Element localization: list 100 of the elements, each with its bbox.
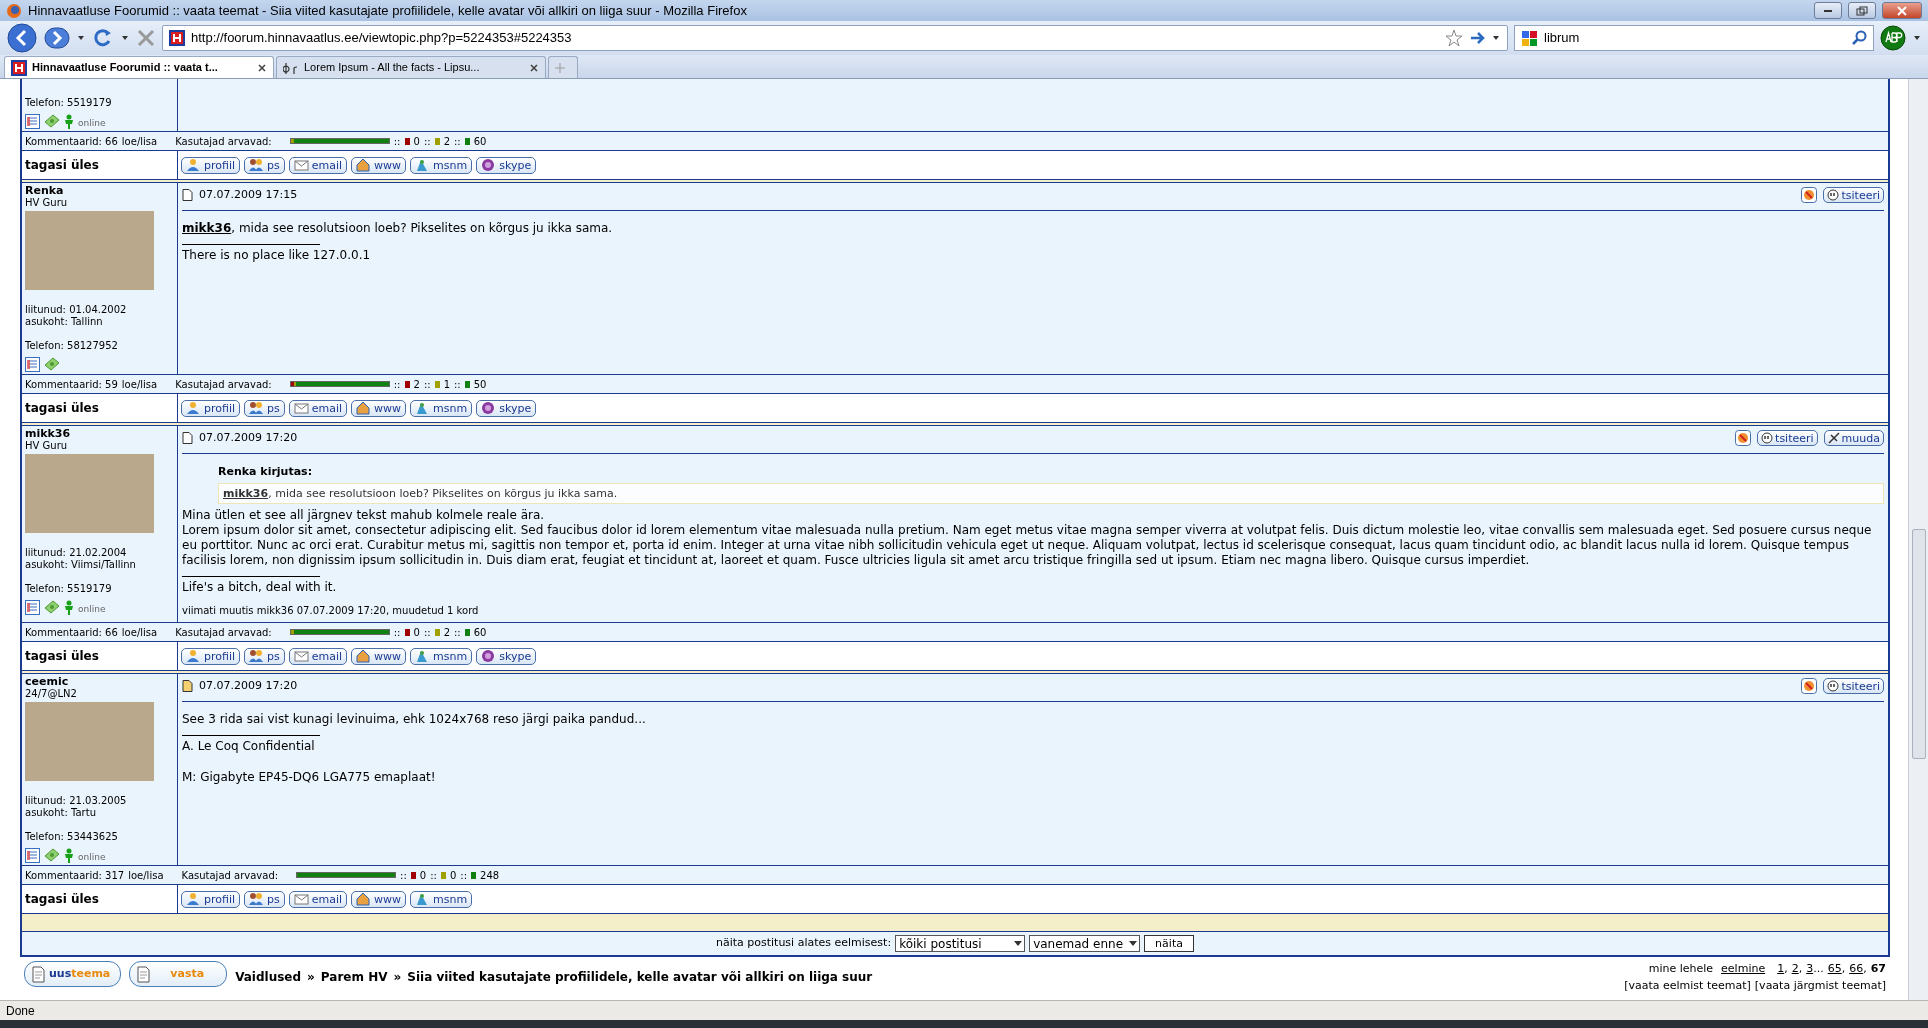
online-status: online <box>78 603 106 615</box>
close-icon[interactable] <box>529 62 539 73</box>
report-icon[interactable] <box>1801 187 1818 204</box>
scrollbar[interactable] <box>1908 79 1928 1000</box>
house-icon <box>356 649 372 663</box>
range-select[interactable]: kõiki postitusi <box>895 935 1026 952</box>
browser-tab[interactable]: Lorem Ipsum - All the facts - Lipsu... <box>276 56 546 78</box>
user-phone: Telefon: 53443625 <box>25 831 119 843</box>
username[interactable]: mikk36 <box>25 428 174 440</box>
user-rank: HV Guru <box>25 197 69 209</box>
report-icon[interactable] <box>1735 430 1752 447</box>
quote-text: mikk36, mida see resolutsioon loeb? Pikselites on kõrgus ju ikka sama. <box>218 483 1884 504</box>
separator: , <box>1841 961 1846 977</box>
back-to-top-link[interactable]: tagasi üles <box>22 885 178 913</box>
contact-button[interactable]: www <box>351 647 407 665</box>
separator: , <box>1798 961 1803 977</box>
contact-button[interactable]: email <box>288 399 348 417</box>
separator: :: <box>454 377 461 392</box>
back-to-top-link[interactable]: tagasi üles <box>22 642 178 670</box>
person-icon <box>186 649 201 663</box>
search-field[interactable]: librum <box>1514 25 1874 51</box>
contact-button[interactable]: profiil <box>181 647 241 665</box>
contact-button[interactable]: profiil <box>181 399 241 417</box>
profile-card-icon[interactable] <box>25 114 40 129</box>
edit-button[interactable]: muuda <box>1823 430 1884 447</box>
separator: :: <box>454 625 461 640</box>
sort-label: näita postitusi alates eelmisest: <box>715 935 892 952</box>
banknote-icon[interactable] <box>44 113 60 129</box>
url-text: http://foorum.hinnavaatlus.ee/viewtopic.php?p=5224353#5224353 <box>191 29 573 48</box>
contact-button[interactable]: profiil <box>181 156 241 174</box>
previous-topic-link[interactable]: [vaata eelmist teemat] <box>1624 977 1751 994</box>
contact-button[interactable]: profiil <box>181 890 241 908</box>
breadcrumb-link[interactable]: Parem HV <box>320 968 388 986</box>
page-link[interactable]: 65 <box>1827 961 1842 978</box>
contact-button[interactable]: www <box>351 156 407 174</box>
profile-card-icon[interactable] <box>25 357 40 372</box>
comments-link[interactable]: loe/lisa <box>121 624 158 640</box>
banknote-icon[interactable] <box>44 356 60 372</box>
address-bar[interactable]: http://foorum.hinnavaatlus.ee/viewtopic.php?p=5224353#5224353 <box>162 25 1508 51</box>
contact-button[interactable]: skype <box>476 647 537 665</box>
contact-button[interactable]: skype <box>476 156 537 174</box>
post-date: 07.07.2009 17:20 <box>199 430 299 446</box>
contact-button[interactable]: www <box>351 890 407 908</box>
minimize-icon <box>1824 9 1832 12</box>
comments-link[interactable]: loe/lisa <box>121 133 158 149</box>
close-icon <box>1894 4 1910 17</box>
profile-card-icon[interactable] <box>25 600 40 615</box>
browser-tab[interactable]: Hinnavaatluse Foorumid :: vaata t... <box>4 56 274 78</box>
page-link[interactable]: eelmine <box>1721 961 1766 978</box>
order-select[interactable]: vanemad enne <box>1029 935 1141 952</box>
page-link[interactable]: 3 <box>1806 961 1814 978</box>
comment-count: Kommentaarid: 66 <box>25 134 118 149</box>
contact-button[interactable]: ps <box>244 890 285 908</box>
adblock-icon[interactable] <box>1880 25 1906 51</box>
contact-button[interactable]: msnm <box>410 156 473 174</box>
profile-card-icon[interactable] <box>25 848 40 863</box>
username[interactable]: ceemic <box>25 676 174 688</box>
contact-button[interactable]: www <box>351 399 407 417</box>
user-rank: 24/7@LN2 <box>25 688 78 700</box>
contact-button[interactable]: email <box>288 647 348 665</box>
document-icon <box>31 965 46 983</box>
report-icon[interactable] <box>1801 678 1818 695</box>
banknote-icon[interactable] <box>44 599 60 615</box>
minimize-button[interactable] <box>1814 2 1842 19</box>
back-icon[interactable] <box>6 23 38 53</box>
breadcrumb-link[interactable]: Vaidlused <box>235 968 302 986</box>
contact-button[interactable]: msnm <box>410 647 473 665</box>
breadcrumb-link[interactable]: Siia viited kasutajate profiilidele, kelle avatar või allkiri on liiga suur <box>407 968 873 986</box>
comments-link[interactable]: loe/lisa <box>121 376 158 392</box>
new-topic-button[interactable]: uusteema <box>24 961 122 987</box>
contact-button[interactable]: email <box>288 890 348 908</box>
back-to-top-link[interactable]: tagasi üles <box>22 151 178 179</box>
contact-button[interactable]: ps <box>244 647 285 665</box>
search-icon[interactable] <box>1851 30 1867 46</box>
quote-button[interactable]: tsiteeri <box>1823 678 1884 695</box>
restore-button[interactable] <box>1848 2 1876 19</box>
search-engine-icon[interactable] <box>1521 29 1538 47</box>
contact-button[interactable]: msnm <box>410 399 473 417</box>
username[interactable]: Renka <box>25 185 174 197</box>
star-icon[interactable] <box>1445 29 1463 47</box>
separator: :: <box>393 625 401 640</box>
comments-link[interactable]: loe/lisa <box>128 867 164 883</box>
back-to-top-link[interactable]: tagasi üles <box>22 394 178 422</box>
contact-button[interactable]: skype <box>476 399 537 417</box>
banknote-icon[interactable] <box>44 847 60 863</box>
contact-button[interactable]: ps <box>244 399 285 417</box>
breadcrumb-separator: » <box>393 969 402 986</box>
separator: :: <box>393 377 401 392</box>
next-topic-link[interactable]: [vaata järgmist teemat] <box>1754 977 1886 994</box>
show-button[interactable]: näita <box>1144 935 1195 952</box>
people-icon <box>249 401 265 415</box>
contact-button[interactable]: email <box>288 156 348 174</box>
separator: :: <box>454 134 461 149</box>
page-link[interactable]: 2 <box>1791 961 1799 978</box>
close-button[interactable] <box>1882 2 1922 19</box>
contact-button[interactable]: ps <box>244 156 285 174</box>
quote-button[interactable]: tsiteeri <box>1823 187 1884 204</box>
contact-button[interactable]: msnm <box>410 890 473 908</box>
quote-button[interactable]: tsiteeri <box>1757 430 1818 447</box>
close-icon[interactable] <box>257 62 267 73</box>
